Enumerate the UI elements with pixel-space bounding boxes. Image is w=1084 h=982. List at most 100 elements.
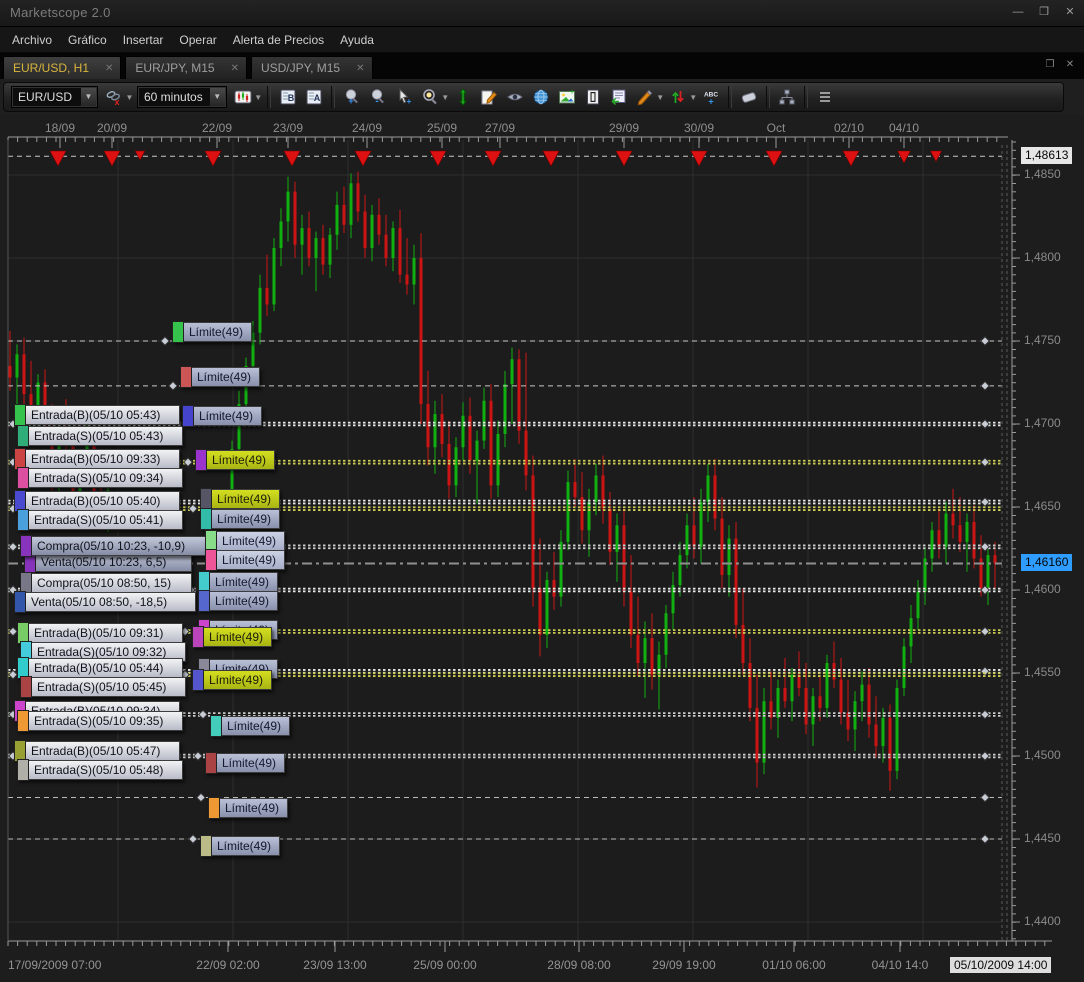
chart-area[interactable]: 18/09 20/09 22/09 23/09 24/09 25/09 27/09 29/09… [0,115,1084,982]
order-color-tag [14,591,26,613]
tab-eur-usd[interactable]: EUR/USD, H1 ✕ [3,56,122,79]
draw-line-button[interactable] [633,85,657,109]
label-tool-button[interactable]: ABC + [699,85,723,109]
zoom-in-icon: + [345,89,358,106]
restore-window-button[interactable]: ❒ [1044,59,1056,70]
order-label-text: Límite(49) [215,594,270,608]
order-label-entrada[interactable]: Entrada(B)(05/10 09:33) [14,448,180,470]
tab-bar: EUR/USD, H1 ✕ EUR/JPY, M15 ✕ USD/JPY, M15 ✕ ❒ ✕ [0,53,1084,79]
ask-line-button[interactable]: A [302,85,326,109]
menu-item-alerta-de-precios[interactable]: Alerta de Precios [225,29,332,51]
order-label-text: Límite(49) [227,719,282,733]
order-label-compra[interactable]: Compra(05/10 10:23, -10,9) [20,535,208,557]
chevron-down-icon[interactable]: ▼ [209,88,225,106]
order-label-limite[interactable]: Límite(49) [210,715,290,737]
title-bar[interactable]: Marketscope 2.0 — ❒ ✕ [0,0,1084,27]
order-color-tag [205,549,217,571]
menu-item-operar[interactable]: Operar [171,29,224,51]
symbol-select[interactable]: EUR/USD ▼ [11,86,98,108]
marketscope-window: Marketscope 2.0 — ❒ ✕ Archivo Gráfico Insert… [0,0,1084,982]
tab-close-icon[interactable]: ✕ [356,63,364,74]
order-label-text: Compra(05/10 08:50, 15) [37,576,172,590]
svg-text:+: + [570,89,574,96]
minimize-button[interactable]: — [1010,6,1026,19]
order-label-entrada[interactable]: Entrada(S)(05/10 05:48) [17,759,183,781]
zoom-in-button[interactable]: + [340,85,364,109]
bid-line-button[interactable]: B [276,85,300,109]
depth-button[interactable] [775,85,799,109]
close-window-button[interactable]: ✕ [1064,59,1076,70]
order-label-limite[interactable]: Límite(49) [198,571,278,593]
chevron-down-icon[interactable]: ▼ [689,93,698,102]
period-select[interactable]: 60 minutos ▼ [137,86,227,108]
order-label-limite[interactable]: Límite(49) [198,590,278,612]
menu-item-insertar[interactable]: Insertar [115,29,172,51]
tab-eur-jpy[interactable]: EUR/JPY, M15 ✕ [125,56,247,79]
unlink-button[interactable]: x [102,85,126,109]
bid-line-icon: B [280,89,296,105]
order-label-entrada[interactable]: Entrada(B)(05/10 05:40) [14,490,180,512]
order-label-entrada[interactable]: Entrada(B)(05/10 05:44) [17,657,183,679]
order-label-entrada[interactable]: Entrada(S)(05/10 05:43) [17,425,183,447]
order-label-entrada[interactable]: Entrada(S)(05/10 09:34) [17,467,183,489]
fit-scale-button[interactable] [451,85,475,109]
order-label-entrada[interactable]: Entrada(S)(05/10 09:35) [17,710,183,732]
order-label-text: Límite(49) [222,534,277,548]
order-label-entrada[interactable]: Entrada(B)(05/10 09:31) [17,622,183,644]
order-label-limite[interactable]: Límite(49) [172,321,252,343]
order-label-entrada[interactable]: Entrada(S)(05/10 05:41) [17,509,183,531]
order-label-limite[interactable]: Límite(49) [200,835,280,857]
order-color-tag [208,797,220,819]
tab-close-icon[interactable]: ✕ [231,63,239,74]
order-label-limite[interactable]: Límite(49) [182,405,262,427]
order-label-limite[interactable]: Límite(49) [195,449,275,471]
chevron-down-icon[interactable]: ▼ [125,93,134,102]
order-label-text: Entrada(B)(05/10 05:43) [31,408,161,422]
chevron-down-icon[interactable]: ▼ [81,88,96,106]
zoom-out-button[interactable]: - [366,85,390,109]
menu-item-ayuda[interactable]: Ayuda [332,29,382,51]
order-label-limite[interactable]: Límite(49) [180,366,260,388]
magnify-button[interactable] [418,85,442,109]
order-label-entrada[interactable]: Entrada(B)(05/10 05:47) [14,740,180,762]
maximize-button[interactable]: ❒ [1036,6,1052,19]
order-label-limite[interactable]: Límite(49) [205,752,285,774]
cursor-button[interactable]: + [392,85,416,109]
order-label-text: Entrada(S)(05/10 09:35) [34,714,164,728]
timezone-button[interactable] [529,85,553,109]
order-label-limite[interactable]: Límite(49) [208,797,288,819]
order-label-text: Entrada(B)(05/10 09:33) [31,452,161,466]
order-label-text: Entrada(S)(05/10 05:45) [37,680,167,694]
eraser-button[interactable] [737,85,761,109]
menu-item-gráfico[interactable]: Gráfico [60,29,115,51]
tab-usd-jpy[interactable]: USD/JPY, M15 ✕ [250,56,373,79]
order-label-limite[interactable]: Límite(49) [200,488,280,510]
chart-type-button[interactable] [231,85,255,109]
order-label-venta[interactable]: Venta(05/10 08:50, -18,5) [14,591,196,613]
data-window-button[interactable] [607,85,631,109]
price-alert-button[interactable] [666,85,690,109]
chevron-down-icon[interactable]: ▼ [441,93,450,102]
menu-item-archivo[interactable]: Archivo [4,29,60,51]
snapshot-button[interactable]: + [555,85,579,109]
hide-show-button[interactable] [503,85,527,109]
order-label-entrada[interactable]: Entrada(B)(05/10 05:43) [14,404,180,426]
order-label-limite[interactable]: Límite(49) [192,669,272,691]
text-tool-button[interactable] [581,85,605,109]
toolbar-separator [765,86,770,108]
order-color-tag [172,321,184,343]
tab-close-icon[interactable]: ✕ [105,63,113,74]
close-button[interactable]: ✕ [1062,6,1078,19]
chevron-down-icon[interactable]: ▼ [656,93,665,102]
order-label-entrada[interactable]: Entrada(S)(05/10 05:45) [20,676,186,698]
order-label-limite[interactable]: Límite(49) [192,626,272,648]
svg-text:+: + [708,97,713,107]
order-label-limite[interactable]: Límite(49) [205,530,285,552]
order-label-compra[interactable]: Compra(05/10 08:50, 15) [20,572,192,594]
menu-list-button[interactable] [813,85,837,109]
chevron-down-icon[interactable]: ▼ [254,93,263,102]
order-label-limite[interactable]: Límite(49) [205,549,285,571]
chart-type-icon [234,90,252,104]
annotations-button[interactable] [477,85,501,109]
order-label-limite[interactable]: Límite(49) [200,508,280,530]
